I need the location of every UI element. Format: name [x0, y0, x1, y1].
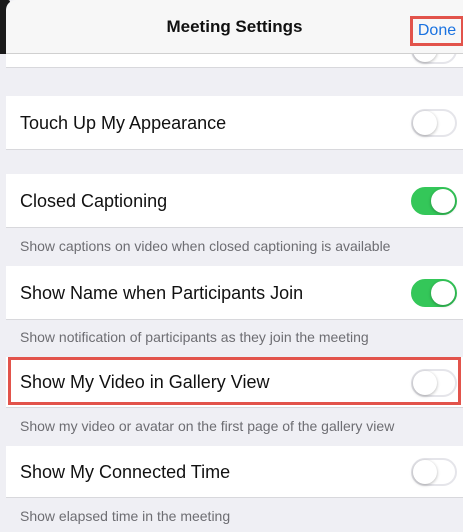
page-title: Meeting Settings [166, 17, 303, 36]
connected-time-desc: Show elapsed time in the meeting [20, 508, 231, 524]
show-name-desc: Show notification of participants as the… [20, 329, 369, 345]
setting-label: Show My Video in Gallery View [20, 372, 270, 392]
setting-description: Show elapsed time in the meeting [6, 498, 463, 532]
touch-up-toggle[interactable] [411, 109, 457, 137]
closed-captioning-desc: Show captions on video when closed capti… [20, 238, 391, 254]
done-button[interactable]: Done [410, 16, 463, 46]
setting-row-video-gallery[interactable]: Show My Video in Gallery View [6, 357, 463, 408]
setting-label: Closed Captioning [20, 191, 168, 211]
show-name-toggle[interactable] [411, 279, 457, 307]
scrolled-row [6, 36, 463, 68]
setting-label: Show Name when Participants Join [20, 283, 304, 303]
connected-time-toggle[interactable] [411, 458, 457, 486]
setting-description: Show captions on video when closed capti… [6, 228, 463, 266]
setting-label: Show My Connected Time [20, 462, 231, 482]
setting-description: Show notification of participants as the… [6, 320, 463, 357]
video-gallery-desc: Show my video or avatar on the first pag… [20, 418, 395, 434]
setting-row-closed-captioning[interactable]: Closed Captioning [6, 174, 463, 228]
setting-row-show-name[interactable]: Show Name when Participants Join [6, 266, 463, 320]
setting-row-touch-up[interactable]: Touch Up My Appearance [6, 96, 463, 150]
closed-captioning-toggle[interactable] [411, 187, 457, 215]
setting-description: Show my video or avatar on the first pag… [6, 408, 463, 446]
setting-label: Touch Up My Appearance [20, 113, 227, 133]
video-gallery-toggle[interactable] [411, 369, 457, 397]
navigation-bar: Meeting Settings Done [6, 0, 463, 54]
setting-row-connected-time[interactable]: Show My Connected Time [6, 446, 463, 498]
